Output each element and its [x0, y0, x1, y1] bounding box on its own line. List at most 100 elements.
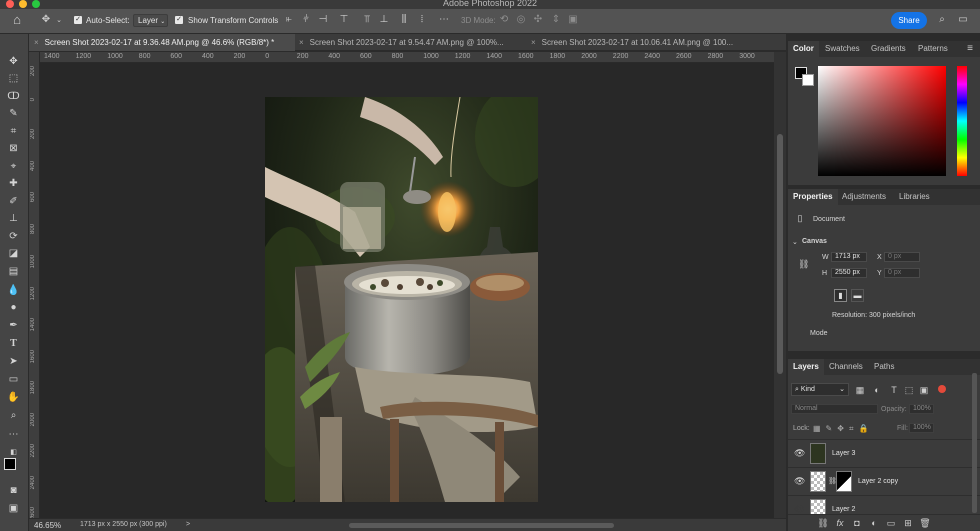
tab-document-3[interactable]: × Screen Shot 2023-02-17 at 10.06.41 AM.p… — [531, 34, 781, 51]
portrait-orientation-icon[interactable]: ▮ — [834, 289, 847, 302]
align-middle-v-icon[interactable]: ⫪ — [361, 14, 373, 26]
search-icon[interactable]: ⌕ — [936, 14, 948, 26]
tab-color[interactable]: Color — [788, 41, 819, 57]
link-layers-icon[interactable]: ⛓ — [817, 517, 829, 529]
pen-tool-icon[interactable]: ✒ — [6, 318, 21, 333]
zoom-level[interactable]: 46.65% — [34, 521, 61, 530]
new-layer-icon[interactable]: ⊞ — [902, 517, 914, 529]
tab-libraries[interactable]: Libraries — [894, 189, 935, 205]
close-tab-icon[interactable]: × — [531, 38, 536, 47]
filter-type-icon[interactable]: T — [889, 384, 899, 396]
blend-mode-dropdown[interactable]: Normal — [791, 404, 878, 414]
zoom-tool-icon[interactable]: ⌕ — [6, 408, 21, 423]
align-top-icon[interactable]: ⊤ — [338, 14, 350, 26]
align-bottom-icon[interactable]: ⊥ — [378, 14, 390, 26]
layer-row-layer-2-copy[interactable]: 👁 ⛓ Layer 2 copy — [788, 467, 980, 495]
delete-layer-icon[interactable]: 🗑 — [919, 517, 931, 529]
tab-document-1[interactable]: × Screen Shot 2023-02-17 at 9.36.48 AM.pn… — [29, 34, 295, 51]
type-tool-icon[interactable]: T — [6, 336, 21, 351]
filter-pixel-icon[interactable]: ▦ — [855, 384, 865, 396]
close-tab-icon[interactable]: × — [299, 38, 304, 47]
distribute-spacing-icon[interactable]: ⦙ — [416, 14, 428, 26]
align-right-icon[interactable]: ⊣ — [317, 14, 329, 26]
filter-smart-object-icon[interactable]: ▣ — [919, 384, 929, 396]
rectangle-tool-icon[interactable]: ▭ — [6, 372, 21, 387]
layers-scrollbar[interactable] — [972, 373, 977, 513]
marquee-tool-icon[interactable]: ⬚ — [6, 71, 21, 86]
clone-stamp-tool-icon[interactable]: ⊥ — [6, 211, 21, 226]
tab-channels[interactable]: Channels — [824, 359, 868, 375]
hand-tool-icon[interactable]: ✋ — [6, 390, 21, 405]
brush-tool-icon[interactable]: ✐ — [6, 194, 21, 209]
crop-tool-icon[interactable]: ⌗ — [6, 124, 21, 139]
tab-patterns[interactable]: Patterns — [913, 41, 953, 57]
tab-document-2[interactable]: × Screen Shot 2023-02-17 at 9.54.47 AM.pn… — [299, 34, 529, 51]
tab-swatches[interactable]: Swatches — [820, 41, 865, 57]
eraser-tool-icon[interactable]: ◪ — [6, 246, 21, 261]
layer-style-icon[interactable]: fx — [834, 517, 846, 529]
adjustment-layer-icon[interactable]: ◐ — [868, 517, 880, 529]
move-tool-icon[interactable]: ✥ — [39, 14, 53, 26]
quick-mask-icon[interactable]: ◙ — [6, 483, 21, 498]
tab-layers[interactable]: Layers — [788, 359, 824, 375]
filter-shape-icon[interactable]: ⬚ — [904, 384, 914, 396]
auto-select-target-dropdown[interactable]: Layer ⌄ — [133, 14, 168, 27]
background-swatch[interactable] — [802, 74, 814, 86]
document-info-arrow[interactable]: > — [186, 521, 190, 528]
layer-filter-kind-dropdown[interactable]: ⌕ Kind ⌄ — [791, 383, 849, 396]
align-left-icon[interactable]: ⫦ — [283, 14, 295, 26]
screen-mode-icon[interactable]: ▣ — [6, 501, 21, 516]
history-brush-tool-icon[interactable]: ⟳ — [6, 229, 21, 244]
gradient-tool-icon[interactable]: ▤ — [6, 264, 21, 279]
3d-orbit-icon[interactable]: ⟲ — [498, 14, 510, 26]
vertical-scroll-thumb[interactable] — [777, 134, 783, 374]
chevron-down-icon[interactable]: ⌄ — [55, 15, 63, 27]
panel-menu-icon[interactable]: ≡ — [964, 43, 976, 55]
x-field[interactable]: 0 px — [884, 252, 920, 262]
3d-camera-icon[interactable]: ▣ — [567, 14, 579, 26]
lasso-tool-icon[interactable]: ↀ — [6, 89, 21, 104]
new-group-icon[interactable]: ▭ — [885, 517, 897, 529]
frame-tool-icon[interactable]: ⊠ — [6, 141, 21, 156]
align-center-h-icon[interactable]: ⫩ — [300, 14, 312, 26]
quick-selection-tool-icon[interactable]: ✎ — [6, 106, 21, 121]
width-field[interactable]: 1713 px — [831, 252, 867, 262]
layer-visibility-eye-icon[interactable]: 👁 — [794, 448, 805, 459]
height-field[interactable]: 2550 px — [831, 268, 867, 278]
opacity-field[interactable]: 100% — [909, 404, 934, 414]
dodge-tool-icon[interactable]: ● — [6, 300, 21, 315]
color-picker-field[interactable] — [818, 66, 946, 176]
blur-tool-icon[interactable]: 💧 — [6, 283, 21, 298]
canvas-chevron-icon[interactable]: ⌄ — [792, 238, 798, 246]
hue-slider[interactable] — [957, 66, 967, 176]
auto-select-checkbox[interactable]: ✓ — [74, 16, 82, 24]
path-selection-tool-icon[interactable]: ➤ — [6, 354, 21, 369]
tab-gradients[interactable]: Gradients — [866, 41, 911, 57]
more-options-icon[interactable]: ⋯ — [438, 14, 450, 26]
close-tab-icon[interactable]: × — [34, 38, 39, 47]
vertical-scrollbar[interactable] — [774, 52, 786, 518]
fill-field[interactable]: 100% — [909, 423, 934, 433]
lock-icons[interactable]: ▦✎✥⌗🔒 — [813, 424, 873, 434]
show-transform-checkbox[interactable]: ✓ — [175, 16, 183, 24]
distribute-icon[interactable]: ⫼ — [398, 14, 410, 26]
3d-slide-icon[interactable]: ⇕ — [550, 14, 562, 26]
home-icon[interactable]: ⌂ — [10, 13, 24, 26]
filter-toggle-icon[interactable] — [938, 385, 946, 393]
move-tool-icon[interactable]: ✥ — [6, 54, 21, 69]
link-dimensions-icon[interactable]: ⛓ — [798, 258, 809, 270]
eyedropper-tool-icon[interactable]: ⌖ — [6, 159, 21, 174]
horizontal-scroll-thumb[interactable] — [349, 523, 614, 528]
tab-paths[interactable]: Paths — [869, 359, 899, 375]
foreground-color-swatch[interactable] — [4, 458, 16, 470]
more-tools-icon[interactable]: ⋯ — [6, 427, 21, 442]
layer-mask-thumbnail[interactable] — [836, 471, 852, 492]
canvas-image[interactable] — [265, 97, 538, 502]
tab-adjustments[interactable]: Adjustments — [837, 189, 891, 205]
tab-properties[interactable]: Properties — [788, 189, 838, 205]
layer-visibility-eye-icon[interactable]: 👁 — [794, 476, 805, 487]
healing-brush-tool-icon[interactable]: ✚ — [6, 176, 21, 191]
layer-row-layer-3[interactable]: 👁 Layer 3 — [788, 439, 980, 467]
filter-adjustment-icon[interactable]: ◐ — [872, 384, 882, 396]
3d-drag-icon[interactable]: ✣ — [532, 14, 544, 26]
